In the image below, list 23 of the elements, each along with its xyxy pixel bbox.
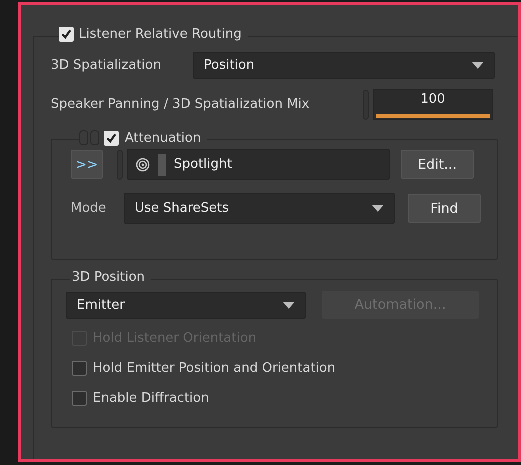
dropdown-arrow-icon	[283, 302, 295, 308]
checkbox[interactable]	[72, 360, 87, 376]
find-button[interactable]: Find	[408, 194, 481, 223]
spatialization-dropdown[interactable]: Position	[193, 52, 495, 79]
mix-value-field[interactable]: 100	[373, 89, 493, 120]
field-label: Mode	[71, 201, 108, 216]
field-label: 3D Spatialization	[51, 58, 162, 73]
checkbox-label: Listener Relative Routing	[79, 27, 242, 42]
source-dropdown[interactable]: Emitter	[66, 292, 306, 318]
checkbox[interactable]	[72, 390, 87, 406]
dropdown-arrow-icon	[372, 205, 384, 212]
checkbox-label: Enable Diffraction	[93, 390, 210, 406]
color-swatch	[158, 154, 166, 176]
dropdown-arrow-icon	[472, 62, 484, 69]
expand-button[interactable]: >>	[71, 150, 103, 179]
checkbox-label: Attenuation	[125, 130, 202, 146]
mode-dropdown[interactable]: Use ShareSets	[124, 193, 395, 224]
edit-button[interactable]: Edit...	[401, 150, 474, 179]
shareset-field[interactable]: Spotlight	[127, 149, 390, 180]
field-label: Speaker Panning / 3D Spatialization Mix	[51, 97, 311, 112]
target-icon	[136, 158, 150, 172]
group-title: 3D Position	[72, 270, 146, 285]
checkbox-label: Hold Emitter Position and Orientation	[93, 360, 336, 376]
